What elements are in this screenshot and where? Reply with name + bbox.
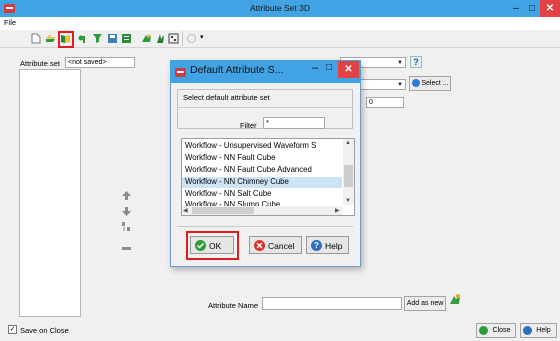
help-icon [523, 326, 532, 335]
save-db-icon[interactable] [107, 33, 118, 44]
help-icon[interactable]: ? [410, 56, 422, 68]
calculator-icon[interactable] [168, 33, 179, 44]
dialog-divider [177, 107, 353, 108]
sort-icon[interactable] [122, 222, 131, 234]
attribute-list[interactable] [19, 69, 81, 317]
cancel-button[interactable]: Cancel [249, 236, 302, 254]
scroll-down-icon[interactable]: ▼ [345, 198, 351, 204]
list-item[interactable]: Workflow - Unsupervised Waveform S [185, 141, 341, 151]
vertical-scroll-thumb[interactable] [344, 165, 353, 187]
new-file-icon[interactable] [30, 33, 41, 44]
attribute-name-input[interactable] [262, 297, 402, 310]
attribute-set-label: Attribute set [20, 59, 61, 68]
toolbar-separator [182, 31, 183, 46]
remove-icon[interactable] [122, 243, 131, 253]
list-item[interactable]: Workflow - NN Fault Cube Advanced [185, 165, 312, 175]
menubar [0, 17, 560, 29]
toolbar-dropdown-icon[interactable] [187, 34, 196, 43]
dialog-maximize-button[interactable]: □ [326, 62, 332, 73]
cancel-label: Cancel [268, 241, 295, 251]
move-up-icon[interactable] [122, 191, 131, 202]
close-window-button[interactable]: ✕ [540, 0, 560, 17]
dialog-app-icon [175, 67, 186, 78]
toolbar-dropdown-arrow-icon[interactable]: ▾ [200, 33, 204, 41]
filter-label: Filter [240, 121, 257, 130]
scroll-up-icon[interactable]: ▲ [345, 140, 351, 146]
help-icon: ? [311, 240, 322, 251]
list-item[interactable]: Workflow - NN Salt Cube [185, 189, 272, 199]
dialog-button-divider [177, 226, 353, 227]
move-down-icon[interactable] [122, 207, 131, 218]
list-item[interactable]: Workflow - NN Fault Cube [185, 153, 275, 163]
filter-input[interactable]: * [263, 117, 325, 129]
chevron-down-icon: ▼ [397, 60, 403, 66]
dialog-help-button[interactable]: ? Help [306, 236, 349, 254]
filter-icon[interactable] [92, 33, 103, 44]
list-item-selected[interactable]: Workflow - NN Chimney Cube [185, 177, 289, 187]
close-label: Close [492, 327, 511, 334]
help-label: Help [536, 327, 551, 334]
help-label: Help [325, 241, 343, 251]
scroll-right-icon[interactable]: ▶ [335, 207, 340, 214]
attribute-tool-icon[interactable] [141, 33, 152, 44]
scroll-left-icon[interactable]: ◀ [183, 207, 188, 214]
minimize-button[interactable]: – [508, 0, 524, 17]
maximize-button[interactable]: □ [524, 0, 540, 17]
report-icon[interactable] [121, 33, 132, 44]
add-attribute-icon[interactable] [449, 293, 461, 305]
select-label: Select ... [421, 80, 449, 87]
horizontal-scroll-thumb[interactable] [192, 207, 254, 214]
check-icon [479, 326, 488, 335]
attribute-name-label: Attribute Name [208, 301, 259, 310]
well-icon[interactable] [155, 33, 166, 44]
open-icon[interactable] [45, 33, 56, 44]
dialog-subtitle: Select default attribute set [183, 93, 270, 102]
value-field[interactable]: 0 [366, 97, 404, 108]
cancel-icon [254, 240, 265, 251]
select-icon [412, 79, 420, 87]
add-attribute-icon[interactable] [77, 33, 88, 44]
dialog-title: Default Attribute S... [190, 64, 284, 76]
menu-file[interactable]: File [4, 18, 16, 27]
window-title: Attribute Set 3D [249, 3, 310, 13]
add-as-new-button[interactable]: Add as new [404, 296, 446, 311]
dialog-minimize-button[interactable]: – [312, 62, 318, 74]
ok-highlight-box [186, 231, 239, 260]
attribute-set-field[interactable]: <not saved> [65, 57, 135, 68]
save-on-close-checkbox[interactable]: ✓ [8, 325, 17, 334]
dialog-close-button[interactable]: ✕ [338, 61, 359, 78]
chevron-down-icon: ▼ [397, 82, 403, 88]
toolbar-highlight-box [58, 31, 74, 48]
save-on-close-label: Save on Close [20, 326, 69, 335]
